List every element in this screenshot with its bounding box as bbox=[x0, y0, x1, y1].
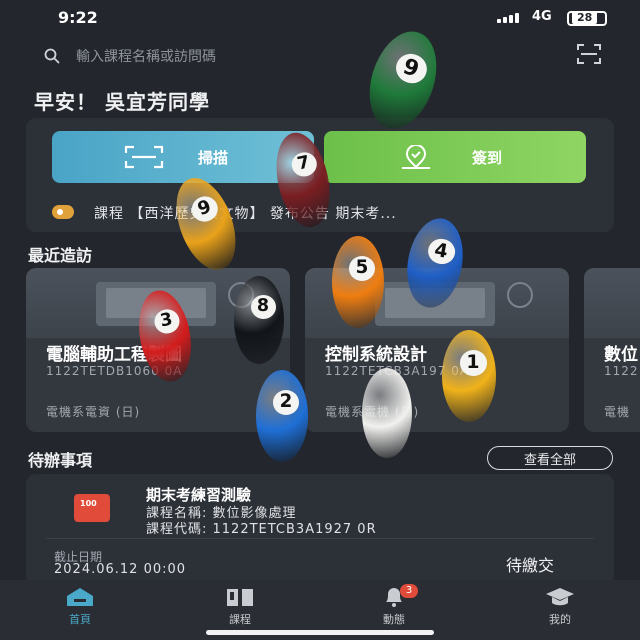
exam-icon-text: 100 bbox=[80, 499, 97, 508]
clock-illustration bbox=[507, 282, 533, 308]
checkin-label: 簽到 bbox=[472, 150, 503, 167]
ball-number: 1 bbox=[466, 351, 480, 374]
course-dept: 電機系電資 (日) bbox=[46, 405, 141, 419]
home-indicator bbox=[206, 630, 434, 635]
view-all-button[interactable]: 查看全部 bbox=[487, 446, 613, 470]
checkin-button[interactable]: 簽到 bbox=[324, 131, 586, 183]
announcement-text: 課程 【西洋歷史與文物】 發布公告 期末考... bbox=[94, 206, 397, 222]
tab-label: 課程 bbox=[229, 613, 251, 626]
ball-number: 9 bbox=[400, 53, 423, 83]
notification-badge: 3 bbox=[400, 584, 418, 598]
battery-icon: 28 bbox=[567, 11, 607, 26]
ball-number-spot: 5 bbox=[349, 256, 375, 281]
ball-number-spot: 9 bbox=[391, 49, 431, 88]
status-time: 9:22 bbox=[58, 8, 98, 27]
todo-status: 待繳交 bbox=[506, 556, 555, 575]
ball-number: 5 bbox=[355, 257, 369, 279]
ball-number-spot: 4 bbox=[425, 236, 457, 267]
tab-label: 動態 bbox=[383, 613, 405, 626]
ball-number: 3 bbox=[158, 309, 175, 332]
network-label: 4G bbox=[532, 9, 552, 24]
tab-home[interactable]: 首頁 bbox=[40, 586, 120, 632]
billiard-ball: 5 bbox=[332, 236, 384, 328]
billiard-ball: 1 bbox=[442, 330, 496, 422]
battery-level: 28 bbox=[572, 11, 598, 24]
tab-activity[interactable]: 3 動態 bbox=[354, 584, 434, 632]
search-input[interactable] bbox=[76, 46, 506, 68]
search-icon bbox=[44, 48, 60, 64]
scan-icon bbox=[124, 145, 164, 169]
tab-courses[interactable]: 課程 bbox=[200, 586, 280, 632]
status-bar: 9:22 4G 28 bbox=[0, 0, 640, 36]
todo-item[interactable]: 100 期末考練習測驗 課程名稱: 數位影像處理 課程代碼: 1122TETCB… bbox=[26, 474, 614, 584]
ball-number: 7 bbox=[295, 152, 312, 175]
tab-label: 首頁 bbox=[69, 613, 91, 626]
divider bbox=[46, 538, 594, 539]
billiard-ball: 2 bbox=[256, 370, 308, 462]
announcement-icon bbox=[52, 205, 74, 219]
todo-title: 待辦事項 bbox=[28, 451, 93, 470]
ball-number: 4 bbox=[432, 238, 450, 263]
book-icon bbox=[227, 589, 253, 606]
ball-number-spot: 2 bbox=[273, 390, 299, 415]
course-card[interactable]: 數位 1122 電機 bbox=[584, 268, 640, 432]
ball-number-spot: 9 bbox=[188, 192, 222, 226]
graduation-cap-icon bbox=[546, 588, 574, 606]
course-name: 控制系統設計 bbox=[325, 345, 427, 365]
home-icon bbox=[67, 588, 93, 606]
todo-course-code: 課程代碼: 1122TETCB3A1927 0R bbox=[146, 522, 377, 537]
ball-number: 2 bbox=[279, 391, 293, 413]
location-check-icon bbox=[402, 145, 430, 169]
greeting: 早安！ 吳宜芳同學 bbox=[34, 90, 210, 114]
ball-number-spot: 7 bbox=[289, 150, 319, 179]
billiard-ball bbox=[362, 368, 412, 458]
ball-number-spot: 1 bbox=[459, 350, 487, 376]
tab-label: 我的 bbox=[549, 613, 571, 626]
course-dept: 電機 bbox=[604, 405, 631, 419]
ball-number: 8 bbox=[256, 296, 270, 317]
signal-icon bbox=[497, 13, 525, 23]
ball-number-spot: 8 bbox=[250, 295, 276, 320]
scan-icon[interactable] bbox=[576, 43, 602, 65]
ball-number: 9 bbox=[194, 196, 215, 221]
recent-title: 最近造訪 bbox=[28, 246, 93, 265]
billiard-ball: 8 bbox=[234, 276, 284, 364]
scan-label: 掃描 bbox=[198, 150, 229, 167]
ball-number-spot: 3 bbox=[152, 307, 181, 336]
deadline-value: 2024.06.12 00:00 bbox=[54, 562, 187, 577]
scan-button[interactable]: 掃描 bbox=[52, 131, 314, 183]
search-bar bbox=[36, 38, 606, 74]
course-banner bbox=[584, 268, 640, 338]
course-code: 1122 bbox=[604, 364, 639, 378]
exam-icon: 100 bbox=[74, 494, 110, 522]
tab-profile[interactable]: 我的 bbox=[520, 586, 600, 632]
course-name: 數位 bbox=[604, 345, 638, 365]
